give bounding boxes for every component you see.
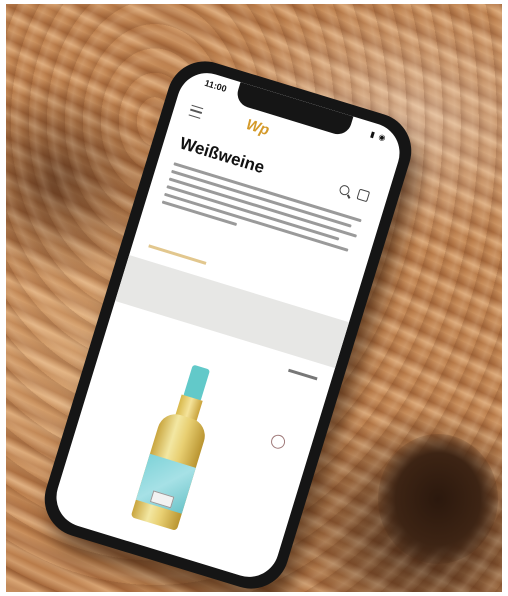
heart-icon[interactable] bbox=[269, 432, 287, 451]
bag-icon[interactable] bbox=[356, 188, 371, 203]
category-banner bbox=[115, 255, 350, 369]
shop-logo[interactable]: Wp bbox=[244, 116, 271, 139]
hamburger-icon[interactable] bbox=[188, 104, 204, 119]
description-line bbox=[168, 177, 358, 238]
description-line bbox=[164, 192, 349, 252]
filter-link[interactable] bbox=[148, 244, 207, 265]
wood-knot bbox=[378, 434, 498, 564]
status-time: 11:00 bbox=[203, 77, 228, 95]
status-icons: ▮ ◉ bbox=[369, 129, 388, 143]
wooden-surface-photo: 11:00 ▮ ◉ Wp Weißweine bbox=[6, 4, 502, 592]
description-line bbox=[171, 169, 352, 228]
search-icon[interactable] bbox=[338, 183, 351, 197]
product-count bbox=[288, 368, 318, 381]
wine-bottle-product-image[interactable] bbox=[128, 359, 228, 531]
